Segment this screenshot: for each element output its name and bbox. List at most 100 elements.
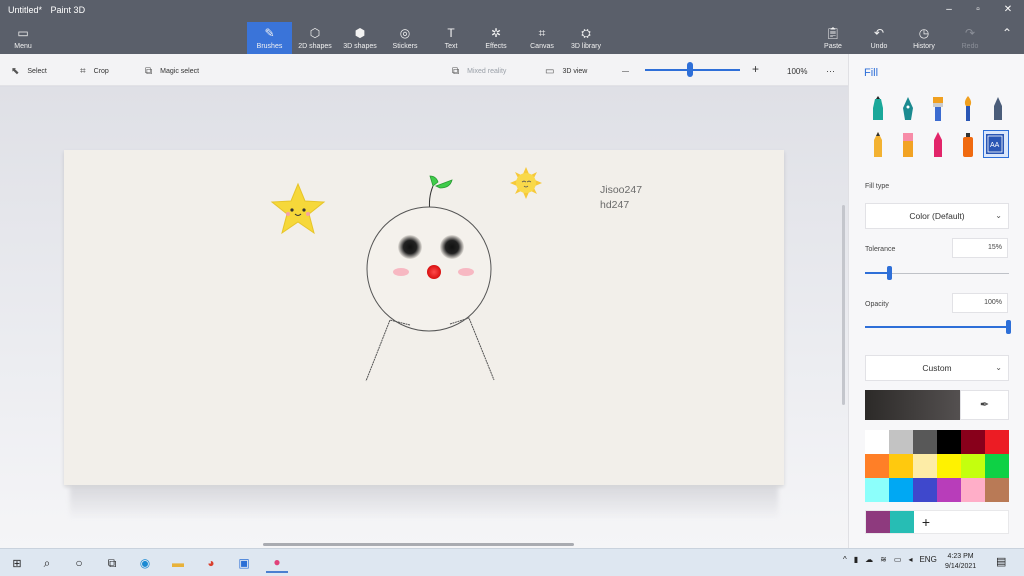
watercolor-brush[interactable] bbox=[957, 96, 979, 122]
menu-button[interactable]: ▭ Menu bbox=[6, 22, 40, 54]
sun-sticker[interactable] bbox=[510, 167, 542, 199]
magic-select-button[interactable]: ⧉ Magic select bbox=[145, 64, 199, 78]
palette-swatch[interactable] bbox=[985, 454, 1009, 478]
volume-icon[interactable]: ◂ bbox=[908, 555, 912, 564]
3d-shapes-icon: ⬢ bbox=[354, 26, 366, 40]
fill-type-dropdown[interactable]: Color (Default) ⌄ bbox=[865, 203, 1009, 229]
fill-brush[interactable]: AA bbox=[983, 130, 1009, 158]
tolerance-slider-thumb[interactable] bbox=[886, 266, 892, 280]
tab-2d-shapes[interactable]: ⬡ 2D shapes bbox=[294, 22, 336, 54]
cortana-button[interactable]: ○ bbox=[68, 553, 90, 573]
color-mode-dropdown[interactable]: Custom ⌄ bbox=[865, 355, 1009, 381]
palette-swatch[interactable] bbox=[913, 478, 937, 502]
minimize-button[interactable]: – bbox=[935, 2, 963, 18]
search-icon: ⌕ bbox=[43, 555, 51, 570]
palette-swatch[interactable] bbox=[865, 454, 889, 478]
crayon-brush[interactable] bbox=[927, 132, 949, 158]
palette-swatch[interactable] bbox=[865, 478, 889, 502]
tab-text[interactable]: T Text bbox=[436, 22, 466, 54]
eraser-brush[interactable] bbox=[897, 132, 919, 158]
star-sticker[interactable] bbox=[270, 182, 326, 235]
eyedropper-button[interactable]: ✒ bbox=[960, 390, 1009, 420]
opacity-value[interactable]: 100% bbox=[952, 293, 1008, 313]
horizontal-scrollbar[interactable] bbox=[263, 543, 574, 546]
palette-swatch[interactable] bbox=[961, 478, 985, 502]
palette-swatch[interactable] bbox=[961, 454, 985, 478]
add-color-button[interactable]: + bbox=[914, 511, 938, 533]
clock[interactable]: 4:23 PM 9/14/2021 bbox=[945, 552, 976, 572]
chrome-app[interactable]: ◕ bbox=[200, 553, 222, 573]
custom-color-swatch[interactable] bbox=[866, 511, 890, 533]
palette-swatch[interactable] bbox=[937, 454, 961, 478]
undo-icon: ↶ bbox=[873, 26, 885, 40]
maximize-button[interactable]: ▫ bbox=[964, 2, 992, 18]
zoom-in-button[interactable]: + bbox=[752, 62, 759, 76]
chevron-up-icon[interactable]: ^ bbox=[843, 555, 847, 564]
notification-button[interactable]: ▤ bbox=[996, 555, 1006, 568]
canvas-shadow bbox=[70, 487, 778, 519]
history-button[interactable]: ◷ History bbox=[908, 22, 940, 54]
more-options-button[interactable]: ··· bbox=[826, 64, 835, 78]
current-color-swatch[interactable] bbox=[865, 390, 960, 420]
canvas-text-box[interactable]: Jisoo247 hd247 bbox=[600, 183, 642, 213]
drawing-canvas[interactable] bbox=[64, 150, 784, 485]
watercolor-icon bbox=[964, 96, 972, 121]
opacity-slider-thumb[interactable] bbox=[1006, 320, 1011, 334]
tolerance-value[interactable]: 15% bbox=[952, 238, 1008, 258]
palette-swatch[interactable] bbox=[913, 454, 937, 478]
collapse-toolbar-button[interactable]: ⌃ bbox=[996, 22, 1018, 54]
crop-button[interactable]: ⌗ Crop bbox=[80, 64, 109, 78]
spray-can-brush[interactable] bbox=[957, 132, 979, 158]
wifi-icon[interactable]: ≋ bbox=[880, 555, 887, 564]
microphone-icon[interactable]: ▮ bbox=[854, 555, 858, 564]
task-view-button[interactable]: ⧉ bbox=[101, 553, 123, 573]
palette-swatch[interactable] bbox=[889, 430, 913, 454]
zoom-out-button[interactable]: — bbox=[622, 64, 629, 78]
oil-brush[interactable] bbox=[927, 96, 949, 122]
battery-icon[interactable]: ▭ bbox=[894, 555, 902, 564]
palette-swatch[interactable] bbox=[937, 478, 961, 502]
paste-button[interactable]: 📋︎ Paste bbox=[818, 22, 848, 54]
tab-3d-library[interactable]: ⛭ 3D library bbox=[567, 22, 605, 54]
vertical-scrollbar[interactable] bbox=[842, 205, 845, 405]
close-button[interactable]: ✕ bbox=[994, 2, 1022, 18]
tolerance-slider-fill bbox=[865, 272, 887, 274]
file-explorer-app[interactable]: ▬ bbox=[167, 553, 189, 573]
edge-app[interactable]: ◉ bbox=[134, 553, 156, 573]
redo-button[interactable]: ↷ Redo bbox=[956, 22, 984, 54]
marker-brush[interactable] bbox=[867, 96, 889, 122]
language-indicator[interactable]: ENG bbox=[919, 555, 936, 564]
undo-button[interactable]: ↶ Undo bbox=[865, 22, 893, 54]
mixed-reality-button[interactable]: ⧉ Mixed reality bbox=[452, 64, 506, 78]
palette-swatch[interactable] bbox=[889, 478, 913, 502]
tab-stickers[interactable]: ◎ Stickers bbox=[386, 22, 424, 54]
pixel-pen-brush[interactable] bbox=[987, 96, 1009, 122]
calligraphy-pen-brush[interactable] bbox=[897, 96, 919, 122]
tab-canvas[interactable]: ⌗ Canvas bbox=[526, 22, 558, 54]
tab-effects[interactable]: ✲ Effects bbox=[480, 22, 512, 54]
palette-swatch[interactable] bbox=[985, 478, 1009, 502]
fill-bucket-icon: AA bbox=[986, 134, 1004, 154]
onedrive-icon[interactable]: ☁ bbox=[865, 555, 873, 564]
select-button[interactable]: ⬉ Select bbox=[11, 64, 47, 78]
start-button[interactable]: ⊞ bbox=[6, 553, 28, 573]
palette-swatch[interactable] bbox=[889, 454, 913, 478]
word-app[interactable]: ▣ bbox=[233, 553, 255, 573]
paint-3d-app[interactable]: ● bbox=[266, 553, 288, 573]
zoom-percent[interactable]: 100% bbox=[787, 64, 807, 78]
palette-swatch[interactable] bbox=[937, 430, 961, 454]
zoom-slider-thumb[interactable] bbox=[686, 62, 693, 77]
search-button[interactable]: ⌕ bbox=[36, 553, 58, 573]
menu-icon: ▭ bbox=[17, 26, 29, 40]
crayon-icon bbox=[934, 132, 942, 157]
tab-brushes[interactable]: ✎ Brushes bbox=[247, 22, 292, 54]
palette-swatch[interactable] bbox=[961, 430, 985, 454]
clipboard-icon: 📋︎ bbox=[825, 26, 841, 40]
tab-3d-shapes[interactable]: ⬢ 3D shapes bbox=[339, 22, 381, 54]
palette-swatch[interactable] bbox=[985, 430, 1009, 454]
palette-swatch[interactable] bbox=[865, 430, 889, 454]
pencil-brush[interactable] bbox=[867, 132, 889, 158]
custom-color-swatch[interactable] bbox=[890, 511, 914, 533]
3d-view-button[interactable]: ▭ 3D view bbox=[545, 64, 587, 78]
palette-swatch[interactable] bbox=[913, 430, 937, 454]
